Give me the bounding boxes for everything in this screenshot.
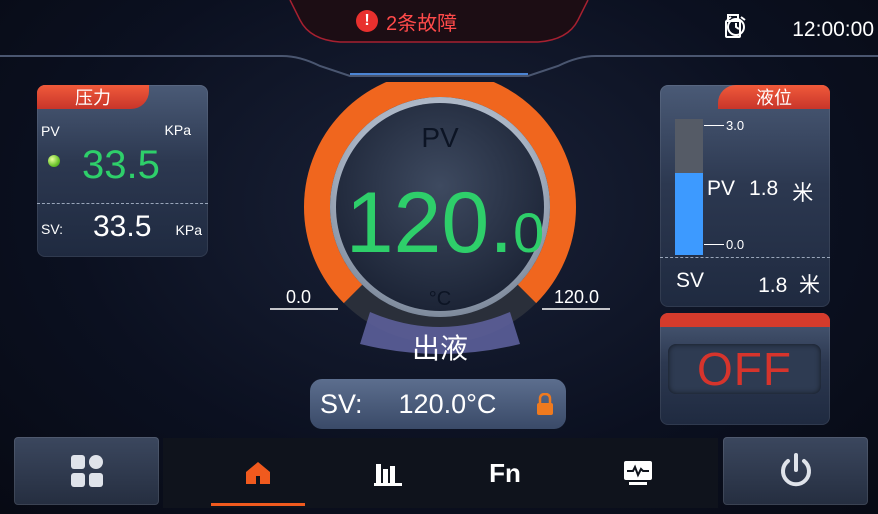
exclamation-icon: ! [356, 10, 378, 32]
level-fill [675, 173, 703, 255]
power-icon [780, 453, 811, 487]
lock-icon [537, 393, 553, 415]
divider [660, 257, 830, 258]
alarm-badge[interactable]: ! 2条故障 [356, 8, 458, 35]
apps-menu-button[interactable] [14, 437, 159, 505]
gauge-main-value: 120.0 [345, 174, 545, 273]
level-tube [675, 119, 703, 255]
level-sv-label: SV [676, 269, 705, 292]
level-pv-row: PV 1.8 米 [707, 177, 813, 207]
alarm-text: 2条故障 [386, 12, 458, 35]
status-area: 12:00:00 [724, 14, 874, 46]
pressure-card[interactable]: 压力 PV KPa 33.5 SV: 33.5 KPa [37, 85, 208, 257]
bar-chart-icon [374, 464, 402, 486]
level-title: 液位 [718, 85, 830, 109]
level-sv-value: 1.8 [758, 274, 788, 297]
pressure-title: 压力 [37, 85, 149, 109]
temperature-gauge: PV 120.0 °C 出液 0.0 120.0 [270, 71, 610, 372]
pressure-pv-value: 33.5 [82, 143, 160, 187]
tab-home[interactable] [211, 438, 305, 508]
gauge-unit: °C [428, 288, 452, 310]
setpoint-label: SV: [320, 388, 363, 419]
home-icon [246, 462, 270, 484]
clock-time: 12:00:00 [792, 18, 874, 41]
tab-fn[interactable]: Fn [458, 438, 552, 508]
level-sv-row: SV 1.8 米 [676, 269, 820, 299]
level-min-tick: 0.0 [704, 237, 744, 252]
gauge-max-label: 120.0 [554, 287, 600, 307]
pressure-sv-unit: KPa [175, 222, 202, 238]
tab-charts[interactable] [341, 438, 435, 508]
level-pv-value: 1.8 [749, 177, 779, 200]
power-state-bar [660, 313, 830, 327]
gauge-value-integer: 120. [345, 175, 514, 271]
pressure-sv-value: 33.5 [93, 210, 152, 243]
pressure-pv-label: PV [41, 123, 60, 139]
monitor-pulse-icon [624, 461, 652, 485]
status-indicator-dot [48, 155, 60, 167]
level-card[interactable]: 液位 3.0 0.0 PV 1.8 米 SV 1.8 米 [660, 85, 830, 307]
top-status-bar: ! 2条故障 12:00:00 [0, 0, 878, 80]
gauge-min-label: 0.0 [286, 287, 312, 307]
grid-menu-icon [70, 455, 103, 487]
gauge-pv-label: PV [421, 122, 459, 153]
divider [37, 203, 208, 204]
gauge-mode-label: 出液 [411, 333, 468, 364]
level-max-tick: 3.0 [704, 118, 744, 133]
usb-drive-icon [725, 14, 780, 42]
gauge-value-decimal: 0 [513, 201, 545, 264]
bottom-tab-bar: Fn [163, 438, 718, 508]
level-pv-label: PV [707, 177, 736, 200]
pressure-unit: KPa [164, 122, 191, 138]
level-pv-unit: 米 [792, 182, 814, 205]
tab-monitor[interactable] [591, 438, 685, 508]
pressure-sv-label: SV: [41, 221, 64, 237]
setpoint-value: 120.0°C [398, 388, 497, 419]
off-toggle-button[interactable]: OFF [668, 343, 821, 395]
power-button[interactable] [723, 437, 868, 505]
level-sv-unit: 米 [799, 274, 820, 297]
setpoint-button[interactable]: SV: 120.0°C [310, 379, 566, 429]
power-state-card: OFF [660, 313, 830, 425]
fn-label: Fn [489, 457, 521, 488]
